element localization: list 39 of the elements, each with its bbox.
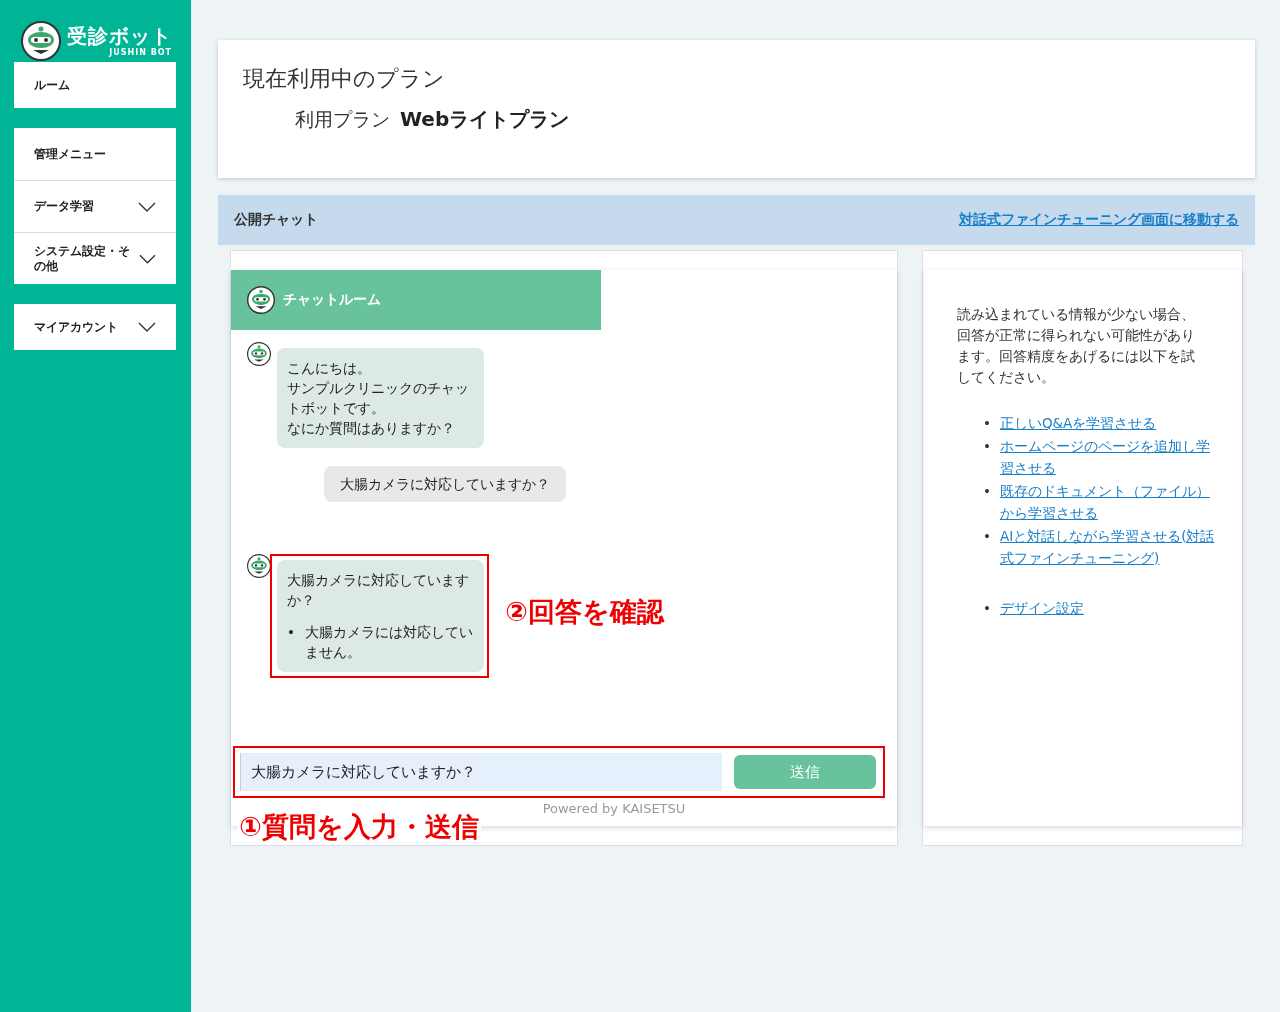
message-input-field[interactable]: 大腸カメラに対応していますか？ [240, 753, 722, 791]
bullet: • [983, 481, 991, 501]
plan-title: 現在利用中のプラン [243, 65, 445, 93]
message-text: 大腸カメラに対応していますか？ [287, 571, 470, 610]
user-message: 大腸カメラに対応していますか？ [324, 466, 566, 502]
message-text: 大腸カメラには対応していません。 [304, 623, 474, 662]
message-text: こんにちは。 [287, 359, 372, 378]
help-link[interactable]: 既存のドキュメント（ファイル）から学習させる [999, 479, 1215, 525]
bullet: • [287, 623, 295, 642]
plan-label: 利用プラン [295, 107, 390, 132]
bullet: • [983, 526, 991, 546]
section-title: 公開チャット [234, 211, 318, 229]
bullet: • [983, 598, 991, 618]
sidebar-item[interactable]: ルーム [14, 62, 176, 108]
chevron-down-icon [138, 322, 156, 332]
help-link[interactable]: 正しいQ&Aを学習させる [999, 412, 1157, 435]
logo-subtitle: JUSHIN BOT [109, 48, 172, 57]
bullet: • [983, 436, 991, 456]
robot-icon [247, 342, 271, 366]
robot-icon [247, 554, 271, 578]
message-text: なにか質問はありますか？ [287, 419, 456, 438]
logo-title: 受診ボット [67, 24, 172, 48]
fine-tuning-link[interactable]: 対話式ファインチューニング画面に移動する [959, 211, 1239, 229]
robot-icon [247, 286, 275, 314]
help-link[interactable]: AIと対話しながら学習させる(対話式ファインチューニング) [999, 524, 1215, 570]
sidebar-item[interactable]: 管理メニュー [14, 128, 176, 180]
tips-text: 読み込まれている情報が少ない場合、回答が正常に得られない可能性があります。回答精度をあげるには以下を試してください。 [957, 305, 1196, 387]
help-link[interactable]: ホームページのページを追加し学習させる [999, 434, 1215, 480]
bullet: • [983, 414, 991, 433]
chevron-down-icon [139, 253, 156, 264]
message-text: サンプルクリニックのチャットボットです。 [287, 379, 470, 418]
annotation-text: ①質問を入力・送信 [237, 809, 481, 845]
chat-title: チャットルーム [283, 291, 381, 309]
sidebar-item[interactable]: システム設定・その他 [14, 232, 176, 284]
help-link[interactable]: デザイン設定 [999, 596, 1084, 619]
sidebar-item[interactable]: データ学習 [14, 180, 176, 232]
chevron-down-icon [138, 201, 156, 212]
plan-name: Webライトプラン [400, 106, 570, 133]
sidebar-item[interactable]: マイアカウント [14, 304, 176, 350]
